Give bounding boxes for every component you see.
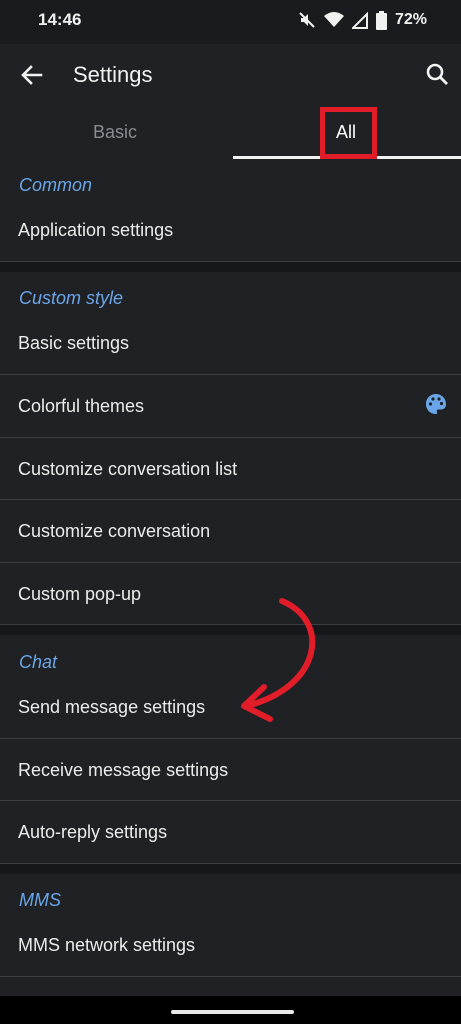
highlight-box-annotation	[320, 107, 377, 159]
settings-item-colorful-themes[interactable]: Colorful themes	[0, 375, 461, 437]
settings-tabs: Basic All	[0, 106, 461, 159]
signal-icon	[351, 11, 368, 29]
status-time: 14:46	[38, 10, 82, 29]
settings-item-customize-conversation-list[interactable]: Customize conversation list	[0, 438, 461, 500]
settings-item-receive-message-settings[interactable]: Receive message settings	[0, 739, 461, 801]
divider	[0, 976, 461, 977]
status-icons: 72%	[298, 9, 427, 31]
section-gap	[0, 262, 461, 272]
settings-item-application-settings[interactable]: Application settings	[0, 199, 461, 261]
mute-icon	[299, 12, 315, 28]
battery-percentage: 72%	[394, 11, 427, 28]
wifi-icon	[323, 12, 344, 27]
page-title: Settings	[73, 62, 153, 87]
home-gesture-pill[interactable]	[171, 1010, 294, 1014]
settings-item-mms-network-settings[interactable]: MMS network settings	[0, 914, 461, 976]
section-header-custom-style: Custom style	[19, 288, 124, 308]
palette-icon	[426, 394, 446, 414]
section-header-mms: MMS	[19, 890, 61, 910]
settings-item-basic-settings[interactable]: Basic settings	[0, 312, 461, 374]
search-icon[interactable]	[425, 62, 451, 88]
status-bar: 14:46 72%	[0, 0, 461, 44]
back-arrow-icon[interactable]	[19, 62, 45, 88]
curved-arrow-annotation	[241, 598, 316, 722]
app-toolbar: Settings	[0, 44, 461, 106]
section-header-chat: Chat	[19, 652, 58, 672]
settings-item-auto-reply-settings[interactable]: Auto-reply settings	[0, 801, 461, 863]
section-gap	[0, 864, 461, 874]
tab-basic[interactable]: Basic	[0, 106, 230, 158]
section-header-common: Common	[19, 175, 93, 195]
battery-icon	[375, 10, 387, 30]
settings-item-customize-conversation[interactable]: Customize conversation	[0, 500, 461, 562]
